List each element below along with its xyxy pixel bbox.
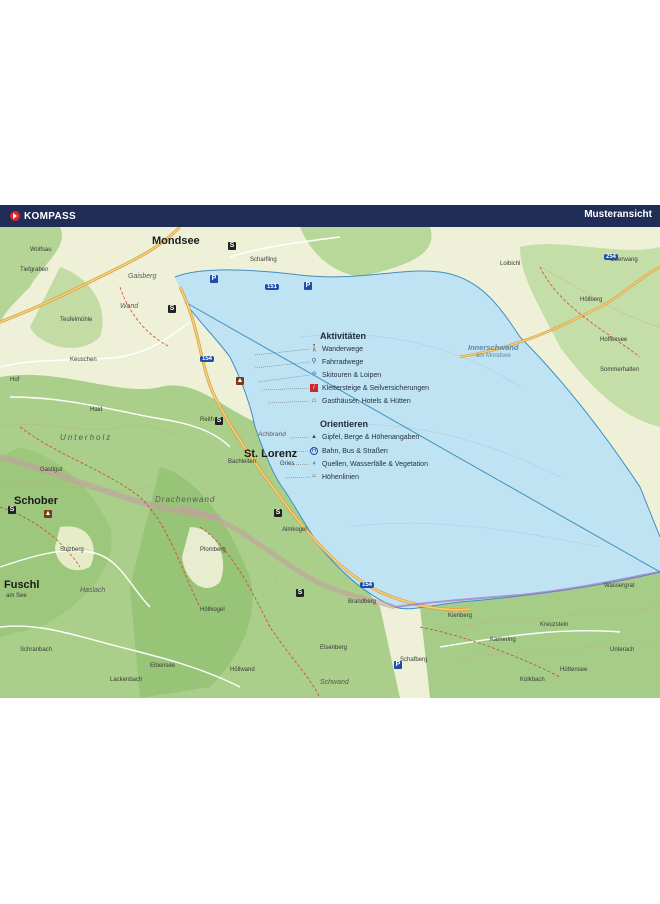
place-unterholz: Unterholz [60,433,113,442]
brand-name: KOMPASS [24,210,76,222]
place-kienberg: Kienberg [448,613,473,619]
hiker-icon: 🚶 [310,345,319,352]
road-number-254: 254 [604,254,619,260]
legend-label: Klettersteige & Seilversicherungen [322,384,430,392]
place-scharfling: Scharfling [250,257,277,263]
place-hoffensee: Hoffensee [600,337,628,343]
legend-label: Skitouren & Loipen [322,371,382,379]
place-schwand: Schwand [320,679,349,686]
topographic-map[interactable]: Mondsee St. Lorenz Schober Fuschl am See… [0,227,660,698]
contour-icon: ≈ [312,473,316,480]
skier-icon: ❄ [311,371,317,378]
place-gastlgut: Gastlgut [40,467,63,473]
place-plomberg: Plomberg [200,547,226,553]
legend-item-climbing: / Klettersteige & Seilversicherungen [310,384,429,392]
place-lackenbach: Lackenbach [110,677,143,683]
place-fuschl-sub: am See [6,593,27,599]
legend-activities-title: Aktivitäten [320,331,367,341]
place-sulzberg: Sulzberg [60,547,84,553]
place-innerschwand: Innerschwand [468,343,519,352]
legend-label: Gipfel, Berge & Höhenangaben [322,433,420,441]
place-kolkbach: Kolkbach [520,677,545,683]
bus-stop-icon: S [296,589,304,597]
place-achbrand: Achbrand [258,431,286,438]
place-hof: Hof [10,377,20,383]
forest-area [300,227,432,277]
place-haid: Haid [90,407,103,413]
place-keuschen: Keuschen [70,357,97,363]
spring-icon: ◖ [311,460,317,467]
place-schafberg: Schafberg [400,657,428,663]
legend-label: Gasthäuser, Hotels & Hütten [322,397,411,405]
place-mondsee[interactable]: Mondsee [152,235,200,247]
place-unterach: Unterach [610,647,635,653]
place-huettensee: Hüttensee [560,667,588,673]
hut-icon: ▲ [44,510,52,518]
legend-label: Quellen, Wasserfälle & Vegetation [322,460,428,468]
place-reith: Reith [200,417,215,423]
legend-label: Fahrradwege [322,358,364,366]
place-hoellwand: Höllwand [230,667,255,673]
kompass-logo-icon [10,211,20,221]
place-kamering: Kamering [490,637,516,643]
place-gries: Gries [280,461,295,467]
place-haslach: Haslach [80,587,106,594]
climbing-icon: / [310,384,318,392]
sample-view-label: Musteransicht [584,209,652,220]
place-hoellberg: Höllberg [580,297,603,303]
legend-item-summits: ▴ Gipfel, Berge & Höhenangaben [310,433,419,441]
place-innerschwand-sub: am Mondsee [476,353,511,359]
bus-icon: H [310,447,318,455]
place-tiefgraben: Tiefgraben [20,267,49,273]
legend-label: Höhenlinien [322,473,359,481]
place-wolfsau: Wolfsau [30,247,52,253]
place-sommerhalten: Sommerhalten [600,367,640,373]
legend-orientation-title: Orientieren [320,419,369,429]
kompass-logo: KOMPASS [10,208,76,224]
hut-icon: ▲ [236,377,244,385]
place-eibensee: Eibensee [150,663,176,669]
legend-item-skiing: ❄ Skitouren & Loipen [310,371,381,379]
parking-icon: P [394,661,402,669]
bus-stop-icon: S [168,305,176,313]
place-brandberg: Brandberg [348,599,377,605]
legend-item-cycling: ⚲ Fahrradwege [310,358,363,366]
summit-icon: ▴ [312,433,316,440]
place-schranbach: Schranbach [20,647,53,653]
place-drachenwand: Drachenwand [155,495,216,504]
parking-icon: P [304,282,312,290]
legend-item-springs: ◖ Quellen, Wasserfälle & Vegetation [310,460,428,468]
place-wassergrat: Wassergrat [604,583,635,589]
place-loibichl: Loibichl [500,261,521,267]
map-header-banner: KOMPASS Musteransicht [0,205,660,227]
bus-stop-icon: S [274,509,282,517]
bus-stop-icon: S [228,242,236,250]
legend-item-transport: H Bahn, Bus & Straßen [310,447,388,455]
place-elsenberg: Elsenberg [320,645,348,651]
legend-item-contours: ≈ Höhenlinien [310,473,359,481]
road-number-151: 151 [265,284,280,290]
place-gaisberg: Gaisberg [128,273,157,280]
place-fuschl[interactable]: Fuschl [4,579,39,591]
bus-stop-icon: S [215,417,223,425]
legend-item-hiking: 🚶 Wanderwege [310,345,363,353]
road-number-154: 154 [200,356,215,362]
bus-stop-icon: S [8,506,16,514]
hut-icon: ⌂ [311,397,317,404]
place-kreuzstein: Kreuzstein [540,622,569,628]
bicycle-icon: ⚲ [311,358,317,365]
place-almkogel: Almkogel [282,527,307,533]
place-teufelmuehle: Teufelmühle [60,317,93,323]
legend-label: Wanderwege [322,345,363,353]
legend-label: Bahn, Bus & Straßen [322,447,388,455]
place-wand: Wand [120,303,139,310]
place-bachleiten: Bachleiten [228,459,257,465]
place-hoellkogel: Höllkogel [200,607,225,613]
forest-area [30,267,103,348]
legend-item-lodging: ⌂ Gasthäuser, Hotels & Hütten [310,397,411,405]
place-schober[interactable]: Schober [14,495,58,507]
parking-icon: P [210,275,218,283]
road-number-154-south: 154 [360,582,375,588]
